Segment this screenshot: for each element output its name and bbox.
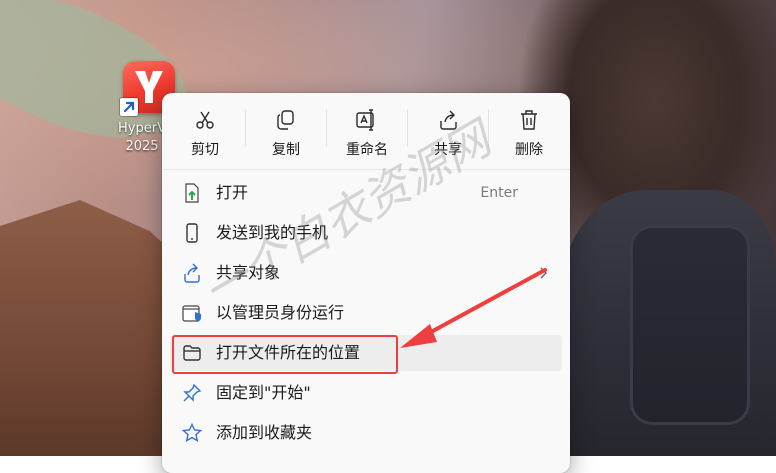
- share-quick-button[interactable]: 共享: [408, 103, 488, 163]
- rename-button[interactable]: 重命名: [327, 103, 407, 163]
- menu-item-open[interactable]: 打开 Enter: [170, 175, 562, 211]
- annotation-highlight-box: [172, 335, 398, 374]
- rename-icon: [356, 109, 378, 131]
- menu-item-send-to-phone[interactable]: 发送到我的手机: [170, 215, 562, 251]
- menu-item-label: 打开: [216, 183, 249, 202]
- delete-label: 删除: [515, 142, 543, 158]
- menu-item-accelerator: Enter: [480, 185, 518, 201]
- shortcut-arrow-icon: [120, 98, 138, 116]
- copy-button[interactable]: 复制: [246, 103, 326, 163]
- trash-icon: [518, 109, 540, 131]
- share-icon: [182, 263, 202, 283]
- admin-shield-icon: [182, 303, 202, 323]
- star-icon: [181, 422, 203, 443]
- menu-item-label: 添加到收藏夹: [216, 423, 313, 442]
- menu-item-add-to-favorites[interactable]: 添加到收藏夹: [170, 415, 562, 451]
- share-icon: [437, 109, 459, 131]
- scissors-icon: [194, 109, 216, 131]
- menu-item-label: 固定到"开始": [216, 383, 311, 402]
- wallpaper-backpack: [630, 225, 750, 425]
- menu-item-pin-to-start[interactable]: 固定到"开始": [170, 375, 562, 411]
- pin-icon: [182, 383, 202, 403]
- copy-label: 复制: [272, 142, 300, 158]
- menu-divider: [162, 169, 570, 170]
- menu-item-share-with[interactable]: 共享对象: [170, 255, 562, 291]
- share-label: 共享: [434, 142, 462, 158]
- chevron-right-icon: [534, 264, 552, 282]
- menu-item-run-as-admin[interactable]: 以管理员身份运行: [170, 295, 562, 331]
- cut-button[interactable]: 剪切: [165, 103, 245, 163]
- quick-actions-bar: 剪切 复制 重命名 共享 删除: [162, 93, 570, 169]
- rename-label: 重命名: [346, 142, 388, 158]
- context-menu: 剪切 复制 重命名 共享 删除 打开 Enter 发送到我的手机 共享对象 以管…: [162, 93, 570, 473]
- menu-item-label: 发送到我的手机: [216, 223, 329, 242]
- menu-item-label: 以管理员身份运行: [216, 303, 345, 322]
- phone-icon: [182, 223, 202, 243]
- copy-icon: [275, 109, 297, 131]
- open-file-icon: [182, 183, 202, 203]
- menu-item-label: 共享对象: [216, 263, 281, 282]
- delete-button[interactable]: 删除: [489, 103, 569, 163]
- cut-label: 剪切: [191, 142, 219, 158]
